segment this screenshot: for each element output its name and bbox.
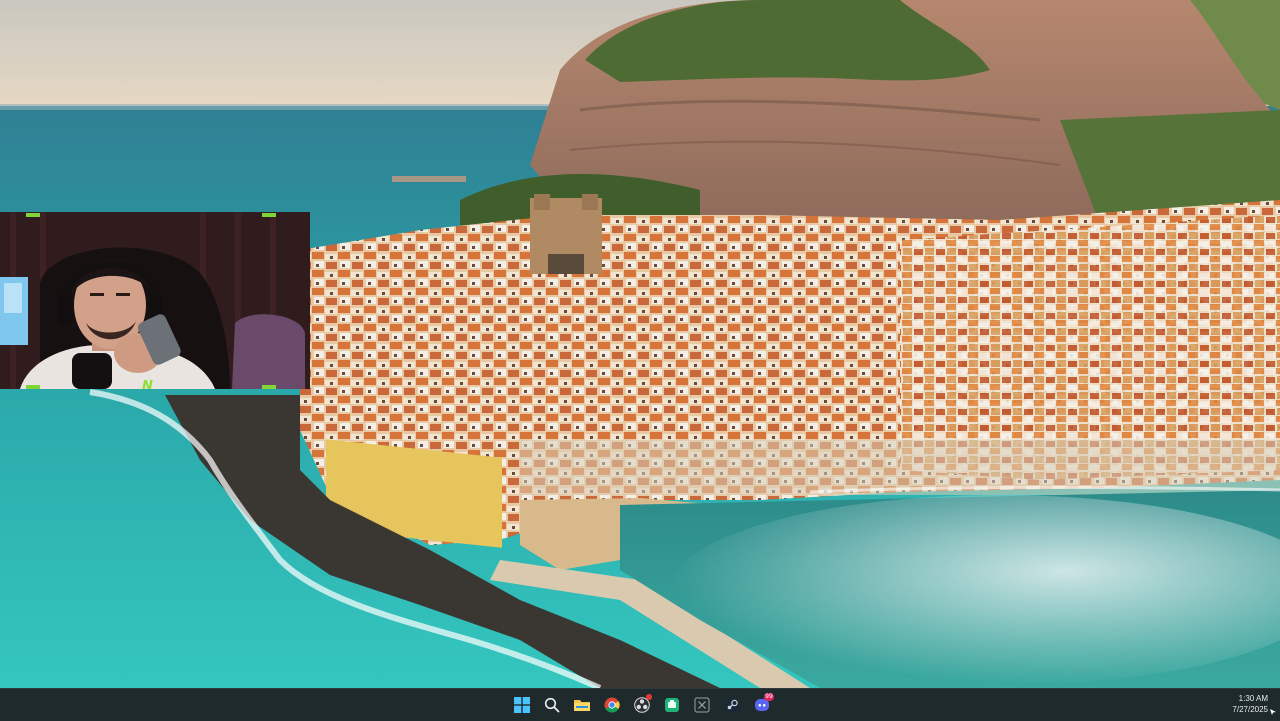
chrome-icon: [604, 697, 620, 713]
stream-logo: N: [142, 379, 153, 389]
chrome-button[interactable]: [600, 693, 624, 717]
clock-time: 1:30 AM: [1238, 694, 1268, 703]
taskbar-apps: 99: [510, 689, 774, 721]
webcam-frame-corner: [26, 385, 40, 389]
taskbar: 99 1:30 AM 7/27/2025: [0, 688, 1280, 721]
discord-button[interactable]: 99: [750, 693, 774, 717]
streamer-camera-feed: [0, 213, 310, 389]
windows-logo-icon: [514, 697, 530, 713]
recording-indicator: [646, 694, 652, 700]
clock-date: 7/27/2025: [1232, 705, 1268, 714]
steam-icon: [724, 697, 740, 713]
webcam-overlay: N: [0, 212, 310, 389]
steam-button[interactable]: [720, 693, 744, 717]
xbox-button[interactable]: [690, 693, 714, 717]
notification-cursor-icon[interactable]: [1270, 709, 1276, 715]
webcam-frame-corner: [262, 385, 276, 389]
system-clock[interactable]: 1:30 AM 7/27/2025: [1232, 693, 1268, 715]
discord-notification-badge: 99: [764, 693, 774, 701]
folder-icon: [574, 700, 590, 711]
start-button[interactable]: [510, 693, 534, 717]
xbox-icon: [694, 697, 710, 713]
file-explorer-button[interactable]: [570, 693, 594, 717]
green-app-icon: [665, 698, 679, 712]
webcam-frame-corner: [262, 213, 276, 217]
search-button[interactable]: [540, 693, 564, 717]
obs-button[interactable]: [630, 693, 654, 717]
webcam-frame-corner: [26, 213, 40, 217]
search-icon: [544, 697, 560, 713]
green-app-button[interactable]: [660, 693, 684, 717]
